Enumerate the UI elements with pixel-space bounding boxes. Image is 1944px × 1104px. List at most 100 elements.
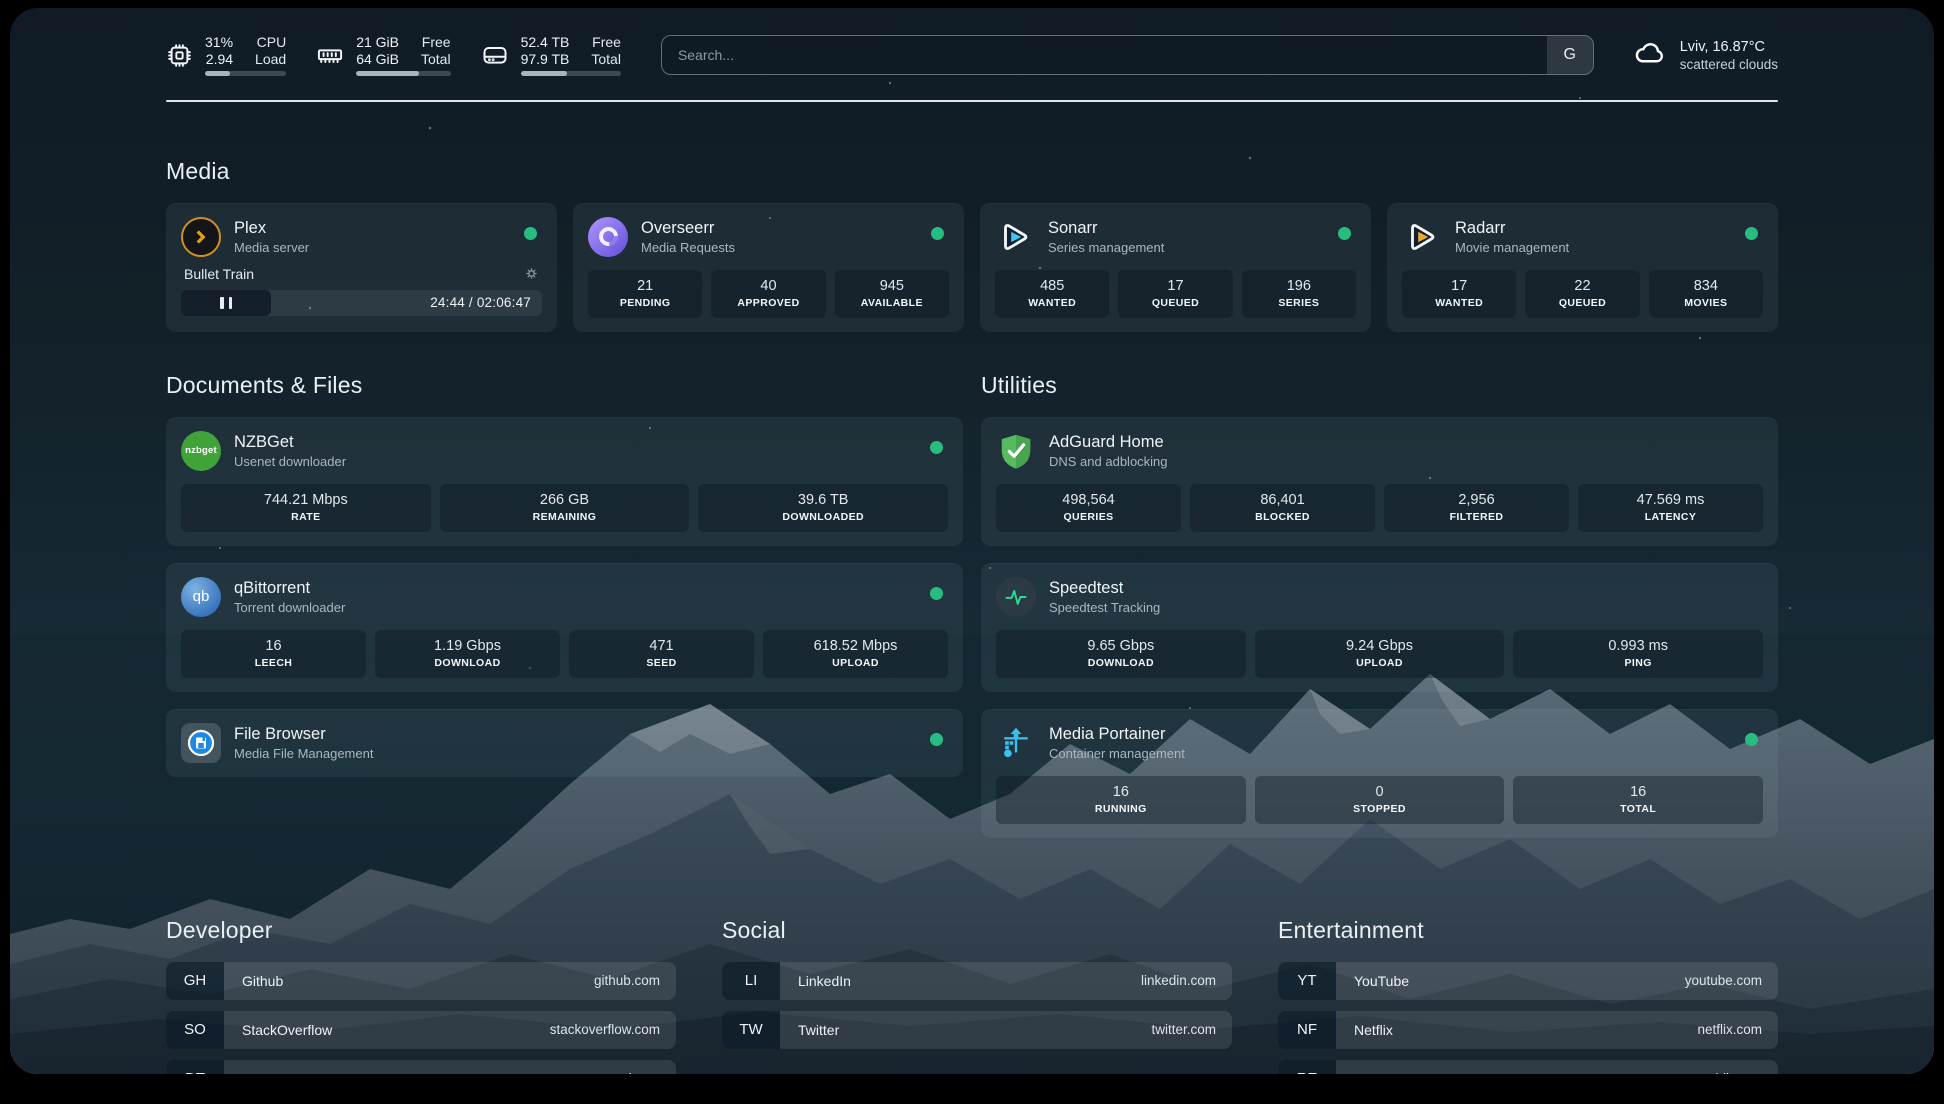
card-filebrowser[interactable]: File Browser Media File Management	[166, 709, 963, 777]
card-qbittorrent[interactable]: qb qBittorrent Torrent downloader 16 LEE…	[166, 563, 963, 692]
gear-icon[interactable]	[524, 266, 539, 281]
weather-widget: Lviv, 16.87°C scattered clouds	[1632, 35, 1778, 76]
topbar-divider	[166, 100, 1778, 102]
cpu-load-value: 2.94	[205, 51, 233, 67]
bookmark-url: linkedin.com	[1141, 973, 1216, 988]
status-dot	[1745, 227, 1758, 240]
bookmark-name: Twitter	[798, 1022, 839, 1038]
cpu-icon	[166, 42, 193, 69]
memory-progress-fill	[356, 71, 419, 76]
stat-download: 9.65 Gbps DOWNLOAD	[996, 630, 1246, 678]
disk-progress-track	[521, 71, 621, 76]
disk-widget: 52.4 TB Free 97.9 TB Total	[481, 34, 621, 76]
memory-free-label: Free	[421, 34, 451, 50]
speedtest-icon	[996, 577, 1036, 617]
card-portainer[interactable]: Media Portainer Container management 16 …	[981, 709, 1778, 838]
status-dot	[930, 733, 943, 746]
sonarr-icon	[995, 217, 1035, 257]
cpu-progress-fill	[205, 71, 230, 76]
section-title-documents: Documents & Files	[166, 372, 963, 399]
bookmark-name: StackOverflow	[242, 1022, 332, 1038]
card-title: Radarr	[1455, 218, 1569, 238]
section-title-developer: Developer	[166, 917, 676, 944]
overseerr-icon	[588, 217, 628, 257]
stat-wanted: 17 WANTED	[1402, 270, 1516, 318]
stat-downloaded: 39.6 TB DOWNLOADED	[698, 484, 948, 532]
filebrowser-icon	[181, 723, 221, 763]
card-nzbget[interactable]: nzbget NZBGet Usenet downloader 744.21 M…	[166, 417, 963, 546]
bookmark-linkedin[interactable]: LI LinkedIn linkedin.com	[722, 962, 1232, 1000]
bookmark-name: Reddit	[1354, 1071, 1394, 1075]
weather-location-temp: Lviv, 16.87°C	[1680, 38, 1778, 56]
playback-progress-bar[interactable]: 24:44 / 02:06:47	[181, 290, 542, 316]
stat-queued: 22 QUEUED	[1525, 270, 1639, 318]
cpu-progress-track	[205, 71, 286, 76]
card-sonarr[interactable]: Sonarr Series management 485 WANTED 17 Q…	[980, 203, 1371, 332]
stat-latency: 47.569 ms LATENCY	[1578, 484, 1763, 532]
section-title-media: Media	[166, 158, 1778, 185]
stat-queued: 17 QUEUED	[1118, 270, 1232, 318]
cpu-load-label: Load	[255, 51, 286, 67]
disk-free-value: 52.4 TB	[521, 34, 570, 50]
card-subtitle: Speedtest Tracking	[1049, 599, 1160, 616]
card-title: Plex	[234, 218, 309, 238]
pause-button[interactable]	[181, 290, 271, 316]
stat-approved: 40 APPROVED	[711, 270, 825, 318]
search-input[interactable]	[662, 36, 1547, 74]
dashboard: 31% CPU 2.94 Load	[10, 8, 1934, 1074]
cpu-label: CPU	[255, 34, 286, 50]
bookmark-url: dev.to	[624, 1071, 660, 1074]
stat-rate: 744.21 Mbps RATE	[181, 484, 431, 532]
bookmark-abbr: SO	[166, 1011, 224, 1049]
card-title: File Browser	[234, 724, 373, 744]
bookmark-github[interactable]: GH Github github.com	[166, 962, 676, 1000]
bookmark-abbr: NF	[1278, 1011, 1336, 1049]
bookmark-netflix[interactable]: NF Netflix netflix.com	[1278, 1011, 1778, 1049]
card-subtitle: Torrent downloader	[234, 599, 345, 616]
bookmark-stackoverflow[interactable]: SO StackOverflow stackoverflow.com	[166, 1011, 676, 1049]
bookmark-reddit[interactable]: RE Reddit reddit.com	[1278, 1060, 1778, 1075]
memory-total-value: 64 GiB	[356, 51, 399, 67]
stat-filtered: 2,956 FILTERED	[1384, 484, 1569, 532]
playback-time: 24:44 / 02:06:47	[430, 295, 542, 310]
bookmark-url: youtube.com	[1685, 973, 1762, 988]
stat-running: 16 RUNNING	[996, 776, 1246, 824]
stat-series: 196 SERIES	[1242, 270, 1356, 318]
memory-total-label: Total	[421, 51, 451, 67]
bookmark-abbr: DT	[166, 1060, 224, 1075]
memory-widget: 21 GiB Free 64 GiB Total	[316, 34, 450, 76]
card-title: qBittorrent	[234, 578, 345, 598]
stat-available: 945 AVAILABLE	[835, 270, 949, 318]
bookmark-dev[interactable]: DT DEV dev.to	[166, 1060, 676, 1075]
disk-total-label: Total	[591, 51, 621, 67]
pause-icon	[220, 297, 224, 309]
resource-widgets: 31% CPU 2.94 Load	[166, 34, 621, 76]
stat-blocked: 86,401 BLOCKED	[1190, 484, 1375, 532]
card-subtitle: Movie management	[1455, 239, 1569, 256]
card-plex[interactable]: Plex Media server Bullet Train	[166, 203, 557, 332]
bookmark-abbr: GH	[166, 962, 224, 1000]
status-dot	[1745, 733, 1758, 746]
memory-progress-track	[356, 71, 450, 76]
status-dot	[1338, 227, 1351, 240]
card-radarr[interactable]: Radarr Movie management 17 WANTED 22 QUE…	[1387, 203, 1778, 332]
bookmark-url: netflix.com	[1697, 1022, 1762, 1037]
card-subtitle: Media File Management	[234, 745, 373, 762]
card-title: Media Portainer	[1049, 724, 1185, 744]
search-provider-button[interactable]: G	[1547, 36, 1593, 74]
bookmark-twitter[interactable]: TW Twitter twitter.com	[722, 1011, 1232, 1049]
status-dot	[930, 587, 943, 600]
radarr-icon	[1402, 217, 1442, 257]
card-adguard[interactable]: AdGuard Home DNS and adblocking 498,564 …	[981, 417, 1778, 546]
bookmark-url: stackoverflow.com	[550, 1022, 660, 1037]
stat-ping: 0.993 ms PING	[1513, 630, 1763, 678]
nzbget-icon: nzbget	[181, 431, 221, 471]
portainer-icon	[996, 723, 1036, 763]
stat-queries: 498,564 QUERIES	[996, 484, 1181, 532]
card-overseerr[interactable]: Overseerr Media Requests 21 PENDING 40 A…	[573, 203, 964, 332]
card-subtitle: Series management	[1048, 239, 1164, 256]
bookmark-youtube[interactable]: YT YouTube youtube.com	[1278, 962, 1778, 1000]
now-playing-title: Bullet Train	[184, 266, 254, 282]
card-speedtest[interactable]: Speedtest Speedtest Tracking 9.65 Gbps D…	[981, 563, 1778, 692]
status-dot	[931, 227, 944, 240]
